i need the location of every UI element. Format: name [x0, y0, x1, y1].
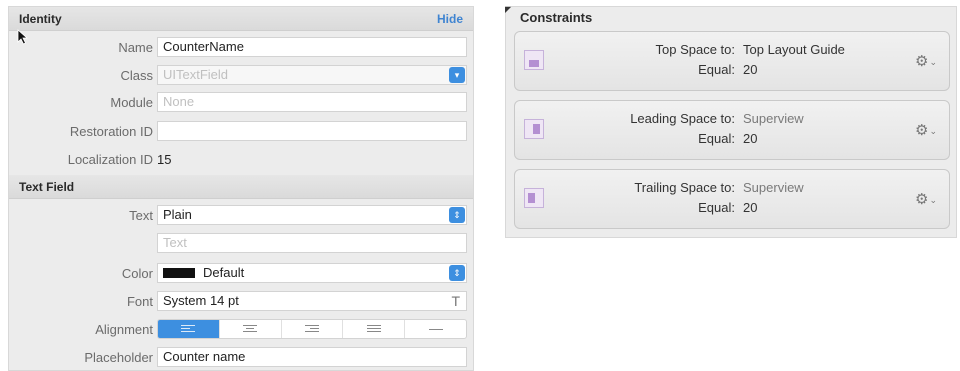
placeholder-row: Placeholder Counter name — [9, 347, 473, 369]
text-row: Text Plain ⇕ — [9, 205, 473, 227]
localization-id-row: Localization ID 15 — [9, 149, 473, 171]
placeholder-field[interactable]: Counter name — [157, 347, 467, 367]
alignment-segmented-control[interactable] — [157, 319, 467, 339]
align-center-button[interactable] — [220, 320, 282, 338]
font-value: System 14 pt — [163, 293, 239, 308]
localization-id-value: 15 — [157, 152, 172, 167]
module-row: Module None — [9, 92, 473, 114]
text-label: Text — [129, 208, 153, 223]
module-field[interactable]: None — [157, 92, 467, 112]
align-left-button[interactable] — [158, 320, 220, 338]
chevron-down-icon: ⌄ — [929, 125, 937, 136]
class-value: UITextField — [163, 67, 229, 82]
name-label: Name — [118, 40, 153, 55]
constraint-constant: 20 — [743, 62, 758, 77]
up-down-arrows-icon[interactable]: ⇕ — [449, 207, 465, 223]
align-justified-icon — [366, 325, 381, 334]
restoration-id-field[interactable] — [157, 121, 467, 141]
constraint-relation-label: Equal: — [698, 131, 735, 146]
leading-space-constraint-icon — [524, 119, 544, 139]
color-value: Default — [203, 265, 245, 280]
identity-section-header: Identity Hide — [9, 7, 473, 31]
up-down-arrows-icon[interactable]: ⇕ — [449, 265, 465, 281]
text-content-row: Text — [9, 233, 473, 255]
constraint-relation-label: Equal: — [698, 62, 735, 77]
align-right-button[interactable] — [282, 320, 344, 338]
chevron-down-icon: ⌄ — [929, 56, 937, 67]
gear-icon[interactable]: ⚙⌄ — [915, 121, 937, 139]
text-field-section-header: Text Field — [9, 175, 473, 199]
constraints-title: Constraints — [520, 10, 593, 25]
constraint-relation-label: Equal: — [698, 200, 735, 215]
font-label: Font — [126, 294, 153, 309]
identity-inspector: Identity Hide Name CounterName Class UIT… — [8, 6, 474, 371]
constraint-constant: 20 — [743, 131, 758, 146]
align-justified-button[interactable] — [343, 320, 406, 338]
constraint-card-top-space[interactable]: Top Space to: Top Layout Guide Equal: 20… — [514, 31, 950, 91]
align-right-icon — [304, 325, 319, 334]
alignment-row: Alignment — [9, 319, 473, 341]
top-space-constraint-icon — [524, 50, 544, 70]
color-label: Color — [121, 266, 153, 281]
chevron-down-icon: ⌄ — [929, 194, 937, 205]
constraint-target: Superview — [743, 111, 804, 126]
constraints-panel: ◤ Constraints Top Space to: Top Layout G… — [505, 5, 957, 238]
constraint-type-label: Leading Space to: — [630, 111, 735, 126]
align-center-icon — [243, 325, 258, 334]
font-row: Font System 14 pt T — [9, 291, 473, 313]
constraint-card-leading-space[interactable]: Leading Space to: Superview Equal: 20 ⚙⌄ — [514, 100, 950, 160]
color-row: Color Default ⇕ — [9, 263, 473, 285]
restoration-id-row: Restoration ID — [9, 121, 473, 143]
trailing-space-constraint-icon — [524, 188, 544, 208]
class-label: Class — [120, 68, 153, 83]
font-field[interactable]: System 14 pt T — [157, 291, 467, 311]
constraint-card-trailing-space[interactable]: Trailing Space to: Superview Equal: 20 ⚙… — [514, 169, 950, 229]
module-label: Module — [110, 95, 153, 110]
text-field-header-title: Text Field — [19, 180, 75, 194]
constraint-type-label: Top Space to: — [655, 42, 736, 57]
gear-icon[interactable]: ⚙⌄ — [915, 52, 937, 70]
restoration-id-label: Restoration ID — [69, 124, 153, 139]
disclosure-triangle-icon[interactable]: ◤ — [505, 5, 511, 14]
hide-button[interactable]: Hide — [437, 7, 463, 31]
constraint-target: Superview — [743, 180, 804, 195]
color-swatch — [163, 267, 195, 278]
class-row: Class UITextField ▾ — [9, 65, 473, 87]
gear-icon[interactable]: ⚙⌄ — [915, 190, 937, 208]
name-field[interactable]: CounterName — [157, 37, 467, 57]
class-combo-box[interactable]: UITextField ▾ — [157, 65, 467, 85]
align-natural-icon — [428, 329, 443, 338]
text-type-value: Plain — [163, 207, 192, 222]
alignment-label: Alignment — [95, 322, 153, 337]
name-row: Name CounterName — [9, 37, 473, 59]
font-picker-icon[interactable]: T — [451, 292, 460, 310]
constraint-constant: 20 — [743, 200, 758, 215]
placeholder-label: Placeholder — [84, 350, 153, 365]
align-left-icon — [181, 325, 196, 334]
color-popup[interactable]: Default ⇕ — [157, 263, 467, 283]
constraint-target: Top Layout Guide — [743, 42, 845, 57]
constraint-type-label: Trailing Space to: — [634, 180, 735, 195]
localization-id-label: Localization ID — [67, 152, 153, 167]
chevron-down-icon[interactable]: ▾ — [449, 67, 465, 83]
text-type-popup[interactable]: Plain ⇕ — [157, 205, 467, 225]
align-natural-button[interactable] — [405, 320, 466, 338]
text-content-field[interactable]: Text — [157, 233, 467, 253]
identity-header-title: Identity — [19, 12, 62, 26]
